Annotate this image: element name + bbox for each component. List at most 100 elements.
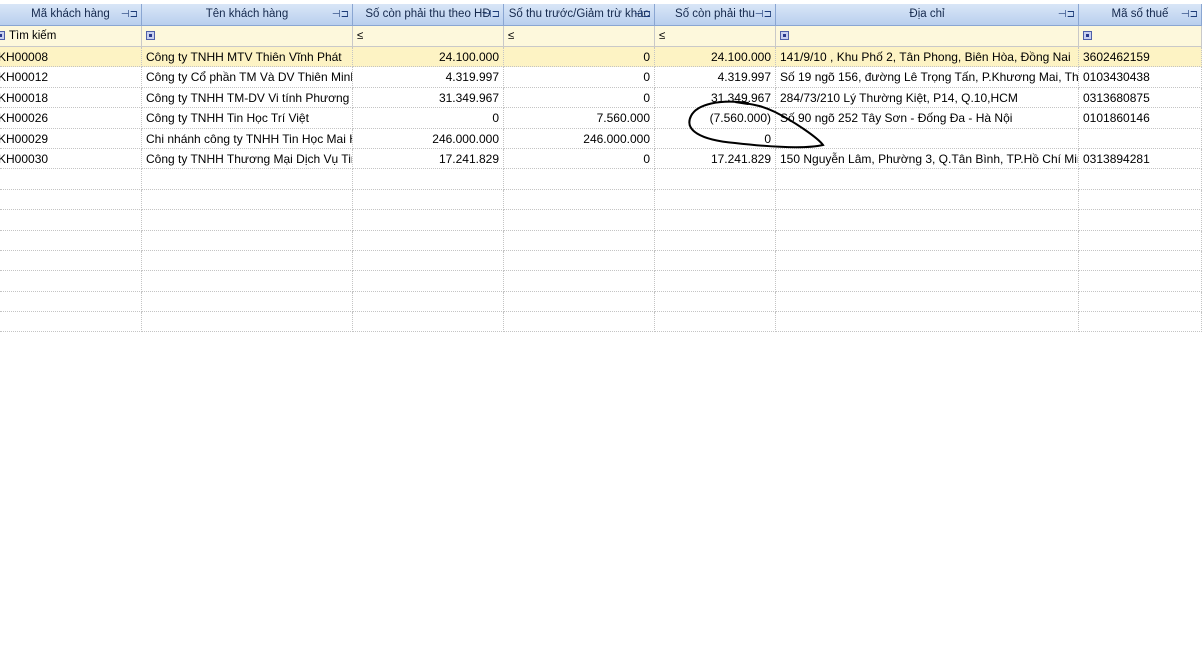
table-row[interactable]: KH00030 Công ty TNHH Thương Mại Dịch Vụ T… — [0, 148, 1202, 170]
empty-row[interactable] — [0, 271, 1202, 292]
empty-cell[interactable] — [1079, 291, 1202, 313]
pin-icon[interactable]: ⊣⊐ — [121, 4, 138, 25]
cell-remaining-receivable[interactable]: 24.100.000 — [655, 47, 776, 68]
empty-cell[interactable] — [142, 312, 353, 333]
cell-customer-name[interactable]: Công ty TNHH Tin Học Trí Việt — [142, 108, 353, 129]
empty-cell[interactable] — [1079, 210, 1202, 231]
empty-cell[interactable] — [655, 271, 776, 292]
cell-customer-code[interactable]: KH00012 — [0, 67, 142, 88]
empty-cell[interactable] — [142, 189, 353, 211]
empty-cell[interactable] — [776, 169, 1079, 190]
cell-customer-code[interactable]: KH00026 — [0, 108, 142, 129]
cell-receivable-invoice[interactable]: 246.000.000 — [353, 128, 504, 149]
empty-cell[interactable] — [353, 291, 504, 313]
le-operator-icon[interactable]: ≤ — [508, 30, 514, 42]
cell-prepaid-deduction[interactable]: 246.000.000 — [504, 128, 655, 149]
empty-row[interactable] — [0, 189, 1202, 211]
le-operator-icon[interactable]: ≤ — [659, 30, 665, 42]
empty-cell[interactable] — [1079, 169, 1202, 190]
cell-receivable-invoice[interactable]: 17.241.829 — [353, 148, 504, 170]
cell-customer-name[interactable]: Công ty TNHH Thương Mại Dịch Vụ Tin — [142, 148, 353, 170]
cell-tax-code[interactable]: 0101860146 — [1079, 108, 1202, 129]
cell-remaining-receivable[interactable]: (7.560.000) — [655, 108, 776, 129]
empty-cell[interactable] — [0, 230, 142, 251]
filter-condition-icon[interactable] — [780, 31, 789, 41]
empty-cell[interactable] — [504, 169, 655, 190]
cell-receivable-invoice[interactable]: 24.100.000 — [353, 47, 504, 68]
empty-cell[interactable] — [655, 169, 776, 190]
empty-cell[interactable] — [0, 250, 142, 272]
cell-customer-name[interactable]: Công ty TNHH TM-DV Vi tính Phương K — [142, 87, 353, 109]
column-header-prepaid-deduction[interactable]: Số thu trước/Giảm trừ khác ⊣⊐ — [504, 4, 655, 25]
empty-cell[interactable] — [142, 250, 353, 272]
empty-cell[interactable] — [1079, 230, 1202, 251]
pin-icon[interactable]: ⊣⊐ — [1181, 4, 1198, 25]
filter-tax-code[interactable] — [1079, 26, 1202, 46]
empty-cell[interactable] — [655, 230, 776, 251]
filter-condition-icon[interactable] — [146, 31, 155, 41]
cell-address[interactable]: 141/9/10 , Khu Phố 2, Tân Phong, Biên Hò… — [776, 47, 1079, 68]
empty-cell[interactable] — [776, 189, 1079, 211]
filter-condition-icon[interactable] — [1083, 31, 1092, 41]
empty-cell[interactable] — [655, 189, 776, 211]
cell-remaining-receivable[interactable]: 31.349.967 — [655, 87, 776, 109]
empty-cell[interactable] — [504, 291, 655, 313]
empty-cell[interactable] — [655, 250, 776, 272]
cell-remaining-receivable[interactable]: 0 — [655, 128, 776, 149]
empty-cell[interactable] — [776, 291, 1079, 313]
empty-cell[interactable] — [353, 230, 504, 251]
empty-cell[interactable] — [776, 210, 1079, 231]
filter-customer-code[interactable]: Tìm kiếm — [0, 26, 142, 46]
empty-cell[interactable] — [655, 312, 776, 333]
empty-cell[interactable] — [776, 312, 1079, 333]
pin-icon[interactable]: ⊣⊐ — [483, 4, 500, 25]
cell-address[interactable]: 284/73/210 Lý Thường Kiệt, P14, Q.10,HCM — [776, 87, 1079, 109]
cell-customer-name[interactable]: Chi nhánh công ty TNHH Tin Học Mai H — [142, 128, 353, 149]
table-row[interactable]: KH00018 Công ty TNHH TM-DV Vi tính Phương… — [0, 87, 1202, 109]
column-header-tax-code[interactable]: Mã số thuế ⊣⊐ — [1079, 4, 1202, 25]
cell-remaining-receivable[interactable]: 4.319.997 — [655, 67, 776, 88]
empty-cell[interactable] — [504, 271, 655, 292]
cell-prepaid-deduction[interactable]: 0 — [504, 67, 655, 88]
table-row[interactable]: KH00029 Chi nhánh công ty TNHH Tin Học Ma… — [0, 128, 1202, 149]
pin-icon[interactable]: ⊣⊐ — [1058, 4, 1075, 25]
empty-cell[interactable] — [353, 312, 504, 333]
empty-cell[interactable] — [0, 189, 142, 211]
cell-receivable-invoice[interactable]: 0 — [353, 108, 504, 129]
table-row[interactable]: KH00012 Công ty Cổ phần TM Và DV Thiên Mi… — [0, 67, 1202, 88]
empty-row[interactable] — [0, 291, 1202, 313]
pin-icon[interactable]: ⊣⊐ — [634, 4, 651, 25]
cell-tax-code[interactable]: 0313894281 — [1079, 148, 1202, 170]
empty-cell[interactable] — [776, 271, 1079, 292]
empty-cell[interactable] — [142, 291, 353, 313]
empty-cell[interactable] — [776, 230, 1079, 251]
cell-customer-code[interactable]: KH00018 — [0, 87, 142, 109]
filter-remaining-receivable[interactable]: ≤ — [655, 26, 776, 46]
cell-customer-name[interactable]: Công ty TNHH MTV Thiên Vĩnh Phát — [142, 47, 353, 68]
empty-cell[interactable] — [504, 230, 655, 251]
cell-customer-code[interactable]: KH00029 — [0, 128, 142, 149]
cell-address[interactable]: Số 90 ngõ 252 Tây Sơn - Đống Đa - Hà Nội — [776, 108, 1079, 129]
cell-prepaid-deduction[interactable]: 7.560.000 — [504, 108, 655, 129]
empty-cell[interactable] — [0, 210, 142, 231]
cell-tax-code[interactable]: 0313680875 — [1079, 87, 1202, 109]
empty-row[interactable] — [0, 312, 1202, 333]
empty-cell[interactable] — [504, 189, 655, 211]
column-header-address[interactable]: Địa chỉ ⊣⊐ — [776, 4, 1079, 25]
pin-icon[interactable]: ⊣⊐ — [332, 4, 349, 25]
filter-condition-icon[interactable] — [0, 31, 5, 41]
cell-customer-code[interactable]: KH00030 — [0, 148, 142, 170]
empty-cell[interactable] — [142, 271, 353, 292]
cell-customer-code[interactable]: KH00008 — [0, 47, 142, 68]
cell-receivable-invoice[interactable]: 31.349.967 — [353, 87, 504, 109]
empty-cell[interactable] — [1079, 271, 1202, 292]
cell-address[interactable]: 150 Nguyễn Lâm, Phường 3, Q.Tân Bình, TP… — [776, 148, 1079, 170]
cell-address[interactable]: Số 19 ngõ 156, đường Lê Trọng Tấn, P.Khư… — [776, 67, 1079, 88]
empty-cell[interactable] — [353, 169, 504, 190]
empty-cell[interactable] — [1079, 189, 1202, 211]
le-operator-icon[interactable]: ≤ — [357, 30, 363, 42]
column-header-receivable-invoice[interactable]: Số còn phải thu theo HĐ ⊣⊐ — [353, 4, 504, 25]
empty-cell[interactable] — [353, 271, 504, 292]
empty-cell[interactable] — [142, 230, 353, 251]
empty-cell[interactable] — [353, 210, 504, 231]
